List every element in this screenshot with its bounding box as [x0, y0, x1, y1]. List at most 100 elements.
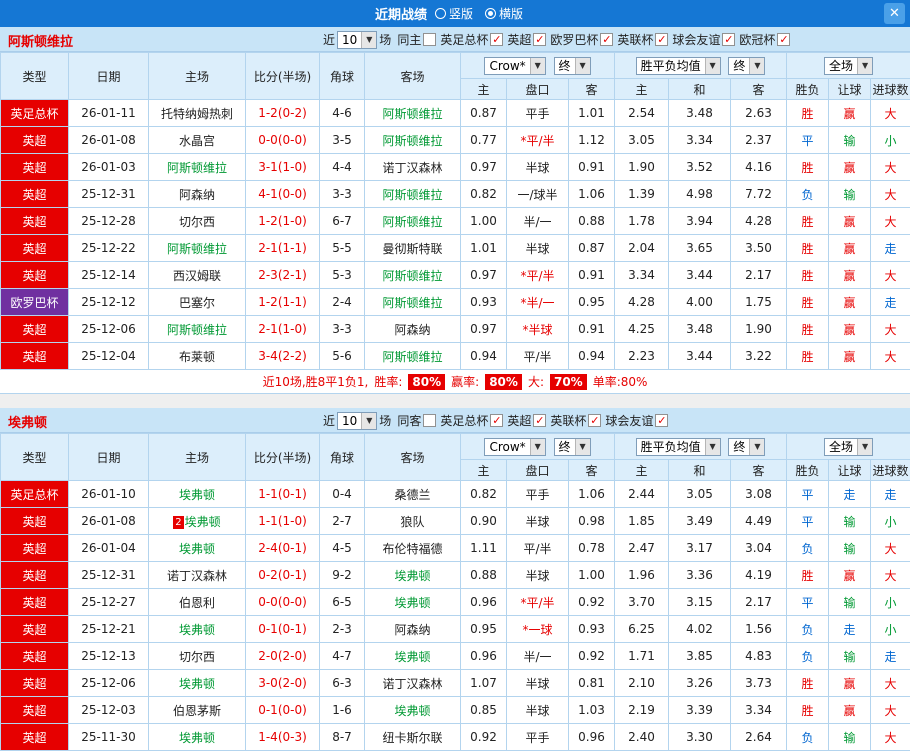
match-row: 英足总杯 26-01-11 托特纳姆热刺 1-2(0-2) 4-6 阿斯顿维拉 …	[0, 99, 910, 127]
odds-away-cell: 1.12	[567, 126, 616, 154]
home-team-cell: 埃弗顿	[148, 723, 246, 751]
checkbox[interactable]: ✓	[655, 33, 669, 46]
avg-draw-cell: 3.48	[668, 99, 732, 127]
goals-result-cell: 走	[870, 642, 910, 670]
home-team-cell: 切尔西	[148, 207, 246, 235]
odds-time-select[interactable]: 终 ▼	[553, 437, 591, 456]
competition-cell: 英超	[0, 534, 69, 562]
col-date: 日期	[68, 433, 149, 481]
checkbox[interactable]: ✓	[533, 414, 547, 427]
red-card-badge: 2	[173, 515, 184, 529]
filter-controls: 近 10 ▼ 场 同主 英足总杯 ✓ 英超 ✓ 欧罗巴杯 ✓ 英联杯 ✓ 球会友…	[322, 27, 791, 52]
col-odds-home: 主	[460, 459, 507, 481]
handicap-result-cell: 输	[828, 534, 872, 562]
checkbox[interactable]	[423, 33, 437, 46]
handicap-result-cell: 输	[828, 126, 872, 154]
match-row: 英超 25-12-13 切尔西 2-0(2-0) 4-7 埃弗顿 0.96 半/…	[0, 642, 910, 670]
odds-home-cell: 0.85	[460, 696, 507, 724]
scope-select[interactable]: 全场 ▼	[824, 437, 874, 456]
avg-odds-value: 胜平负均值	[640, 440, 701, 454]
avg-time-select[interactable]: 终 ▼	[728, 437, 766, 456]
checkbox[interactable]: ✓	[490, 33, 504, 46]
avg-home-cell: 1.78	[614, 207, 670, 235]
radio-vertical-label: 竖版	[448, 7, 473, 21]
away-team-cell: 阿斯顿维拉	[364, 99, 461, 127]
score-cell: 1-4(0-3)	[245, 723, 320, 751]
goals-result-cell: 大	[870, 261, 910, 289]
avg-odds-select[interactable]: 胜平负均值 ▼	[635, 437, 721, 456]
filter-item[interactable]: 同客	[397, 412, 437, 429]
score-cell: 0-2(0-1)	[245, 561, 320, 589]
handicap-line-cell: *平/半	[506, 261, 569, 289]
date-cell: 25-12-06	[68, 669, 149, 697]
result-cell: 胜	[786, 696, 830, 724]
date-cell: 25-12-31	[68, 561, 149, 589]
col-avg-draw: 和	[668, 459, 732, 481]
checkbox[interactable]: ✓	[722, 33, 736, 46]
score-cell: 2-0(2-0)	[245, 642, 320, 670]
checkbox[interactable]: ✓	[777, 33, 791, 46]
corner-cell: 3-5	[319, 126, 365, 154]
home-team-name: 埃弗顿	[184, 514, 221, 529]
filter-label: 英超	[507, 33, 532, 47]
filter-item[interactable]: 英联杯 ✓	[617, 31, 669, 48]
odds-away-cell: 0.91	[567, 261, 616, 289]
chevron-down-icon: ▼	[749, 57, 765, 74]
filter-item[interactable]: 英联杯 ✓	[550, 412, 602, 429]
filter-item[interactable]: 同主	[397, 31, 437, 48]
match-count-select[interactable]: 10 ▼	[337, 411, 378, 430]
odds-time-select[interactable]: 终 ▼	[553, 56, 591, 75]
checkbox[interactable]: ✓	[655, 414, 669, 427]
filter-item[interactable]: 欧罗巴杯 ✓	[550, 31, 614, 48]
score-cell: 1-2(1-0)	[245, 207, 320, 235]
score-cell: 3-4(2-2)	[245, 342, 320, 370]
radio-vertical[interactable]: 竖版	[434, 5, 473, 22]
checkbox[interactable]: ✓	[600, 33, 614, 46]
corner-cell: 2-4	[319, 288, 365, 316]
odds-home-cell: 0.88	[460, 561, 507, 589]
radio-horizontal[interactable]: 横版	[485, 5, 523, 22]
checkbox[interactable]: ✓	[533, 33, 547, 46]
filter-item[interactable]: 欧冠杯 ✓	[739, 31, 791, 48]
away-team-name: 诺丁汉森林	[382, 676, 443, 691]
away-team-name: 埃弗顿	[394, 568, 431, 583]
handicap-result-cell: 赢	[828, 153, 872, 181]
filter-label: 欧罗巴杯	[550, 33, 599, 47]
filter-item[interactable]: 英足总杯 ✓	[440, 31, 504, 48]
home-team-cell: 诺丁汉森林	[148, 561, 246, 589]
col-type: 类型	[0, 433, 69, 481]
section-header: 阿斯顿维拉 近 10 ▼ 场 同主 英足总杯 ✓ 英超 ✓ 欧罗巴杯 ✓ 英联杯…	[0, 27, 910, 52]
competition-cell: 英超	[0, 723, 69, 751]
competition-cell: 英超	[0, 642, 69, 670]
result-cell: 胜	[786, 261, 830, 289]
avg-away-cell: 4.49	[730, 507, 788, 535]
avg-odds-select[interactable]: 胜平负均值 ▼	[635, 56, 721, 75]
avg-time-select[interactable]: 终 ▼	[728, 56, 766, 75]
corner-cell: 2-7	[319, 507, 365, 535]
bookmaker-select[interactable]: Crow* ▼	[484, 56, 546, 75]
odds-away-cell: 0.88	[567, 207, 616, 235]
filter-label: 欧冠杯	[739, 33, 776, 47]
filter-item[interactable]: 球会友谊 ✓	[605, 412, 669, 429]
avg-home-cell: 1.90	[614, 153, 670, 181]
filter-item[interactable]: 英超 ✓	[507, 31, 547, 48]
filter-item[interactable]: 球会友谊 ✓	[672, 31, 736, 48]
filter-item[interactable]: 英超 ✓	[507, 412, 547, 429]
odds-home-cell: 1.11	[460, 534, 507, 562]
handicap-result-cell: 赢	[828, 207, 872, 235]
chevron-down-icon: ▼	[361, 412, 377, 429]
handicap-line-cell: 一/球半	[506, 180, 569, 208]
close-icon[interactable]: ✕	[884, 3, 905, 24]
bookmaker-select[interactable]: Crow* ▼	[484, 437, 546, 456]
match-count-select[interactable]: 10 ▼	[337, 30, 378, 49]
filter-item[interactable]: 英足总杯 ✓	[440, 412, 504, 429]
checkbox[interactable]	[423, 414, 437, 427]
checkbox[interactable]: ✓	[588, 414, 602, 427]
away-team-cell: 纽卡斯尔联	[364, 723, 461, 751]
away-team-cell: 诺丁汉森林	[364, 669, 461, 697]
col-avg-away: 客	[730, 78, 788, 100]
away-team-name: 诺丁汉森林	[382, 160, 443, 175]
checkbox[interactable]: ✓	[490, 414, 504, 427]
avg-draw-cell: 3.26	[668, 669, 732, 697]
scope-select[interactable]: 全场 ▼	[824, 56, 874, 75]
